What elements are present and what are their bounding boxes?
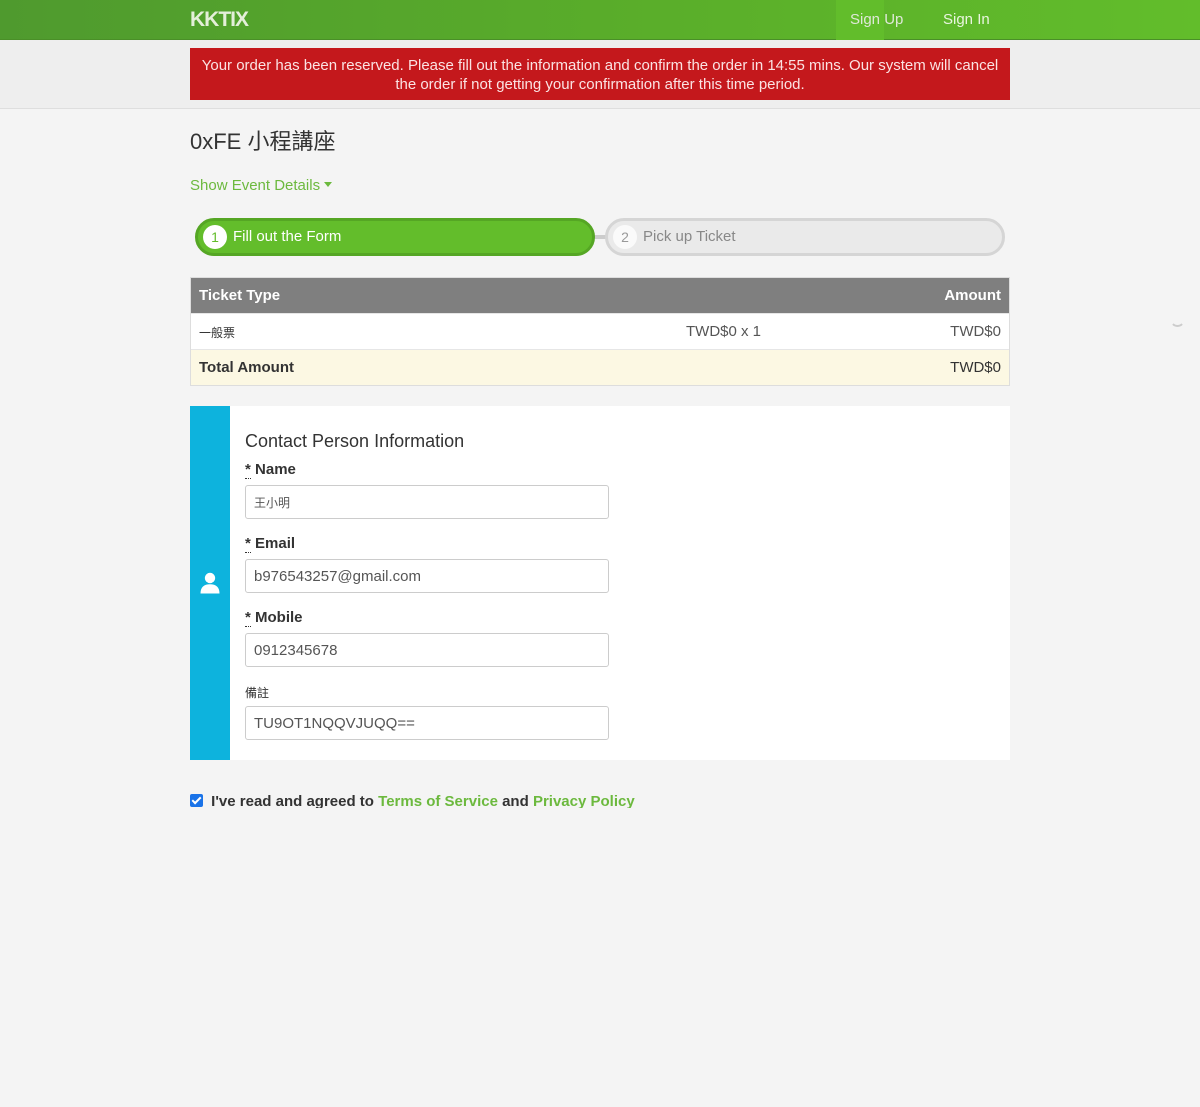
sign-in-link[interactable]: Sign In — [943, 11, 990, 29]
total-row: Total Amount TWD$0 — [191, 349, 1009, 385]
step-label: Fill out the Form — [233, 228, 342, 245]
amount-cell: TWD$0 — [950, 323, 1001, 340]
agree-checkbox[interactable] — [190, 794, 203, 807]
name-label-text: Name — [255, 461, 296, 478]
required-marker: * — [245, 609, 251, 627]
step-number: 2 — [613, 225, 637, 249]
mobile-label-text: Mobile — [255, 609, 303, 626]
amount-header: Amount — [944, 287, 1001, 304]
alert-message: Your order has been reserved. Please fil… — [201, 57, 999, 93]
required-marker: * — [245, 535, 251, 553]
note-label-text: 備註 — [245, 686, 270, 700]
ticket-table-header: Ticket Type Amount — [191, 278, 1009, 313]
step-fill-form: 1 Fill out the Form — [195, 218, 595, 256]
user-icon — [200, 572, 220, 594]
terms-of-service-link[interactable]: Terms of Service — [378, 793, 498, 808]
ticket-type-cell: 一般票 — [199, 326, 236, 340]
mobile-label: * Mobile — [245, 609, 303, 627]
note-field[interactable] — [245, 706, 609, 740]
loading-spinner-icon — [1170, 312, 1185, 327]
name-label: * Name — [245, 461, 296, 479]
total-amount: TWD$0 — [950, 359, 1001, 376]
privacy-policy-link[interactable]: Privacy Policy — [533, 793, 635, 808]
step-number: 1 — [203, 225, 227, 249]
event-title: 0xFE 小程講座 — [190, 129, 336, 154]
show-event-details-toggle[interactable]: Show Event Details — [190, 177, 333, 195]
caret-down-icon — [324, 182, 333, 187]
reservation-alert: Your order has been reserved. Please fil… — [190, 48, 1010, 100]
required-marker: * — [245, 461, 251, 479]
total-label: Total Amount — [199, 359, 294, 376]
contact-person-panel: Contact Person Information * Name * Emai… — [190, 406, 1010, 760]
email-field[interactable] — [245, 559, 609, 593]
email-label: * Email — [245, 535, 295, 553]
agreement-row: I've read and agreed to Terms of Service… — [190, 792, 635, 808]
ticket-table: Ticket Type Amount 一般票 TWD$0 x 1 TWD$0 T… — [190, 277, 1010, 386]
step-pick-up-ticket: 2 Pick up Ticket — [605, 218, 1005, 256]
agree-and: and — [502, 793, 529, 808]
note-label: 備註 — [245, 684, 269, 702]
price-qty-cell: TWD$0 x 1 — [686, 323, 762, 340]
step-label: Pick up Ticket — [643, 228, 736, 245]
contact-side-strip — [190, 406, 230, 760]
ticket-type-header: Ticket Type — [199, 287, 281, 304]
top-navbar: KKTIX Sign Up Sign In — [0, 0, 1200, 40]
table-row: 一般票 TWD$0 x 1 TWD$0 — [191, 313, 1009, 349]
show-event-details-label: Show Event Details — [190, 177, 321, 194]
kktix-logo[interactable]: KKTIX — [190, 8, 249, 31]
email-label-text: Email — [255, 535, 296, 552]
agree-prefix: I've read and agreed to — [211, 793, 374, 808]
mobile-field[interactable] — [245, 633, 609, 667]
logo-text: KKTIX — [190, 8, 249, 31]
contact-section-title: Contact Person Information — [245, 431, 465, 451]
sign-up-link[interactable]: Sign Up — [850, 11, 903, 29]
name-field[interactable] — [245, 485, 609, 519]
